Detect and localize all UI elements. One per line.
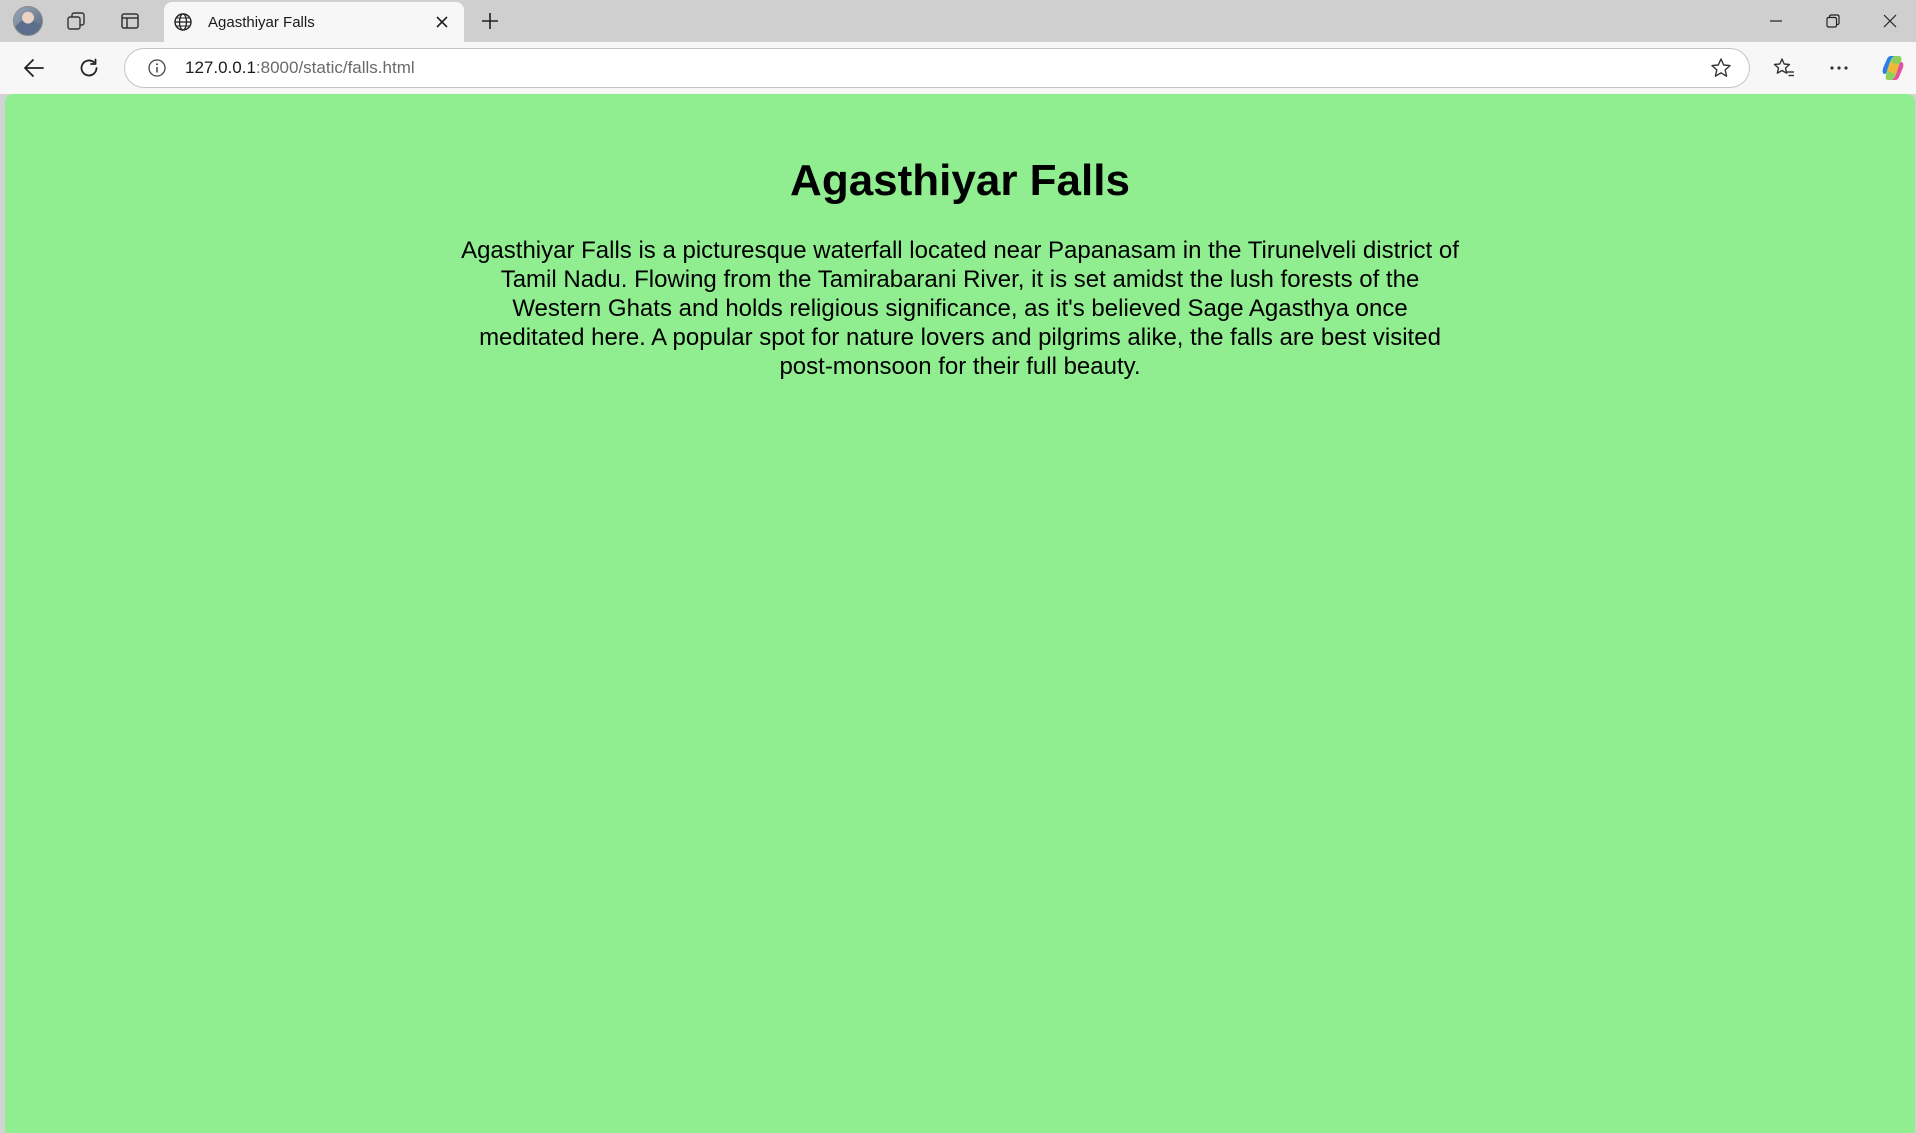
tab-close-button[interactable] [430, 10, 454, 34]
star-icon [1711, 58, 1731, 77]
browser-toolbar: 127.0.0.1:8000/static/falls.html [0, 42, 1916, 94]
window-close-button[interactable] [1862, 0, 1916, 42]
page-title: Agasthiyar Falls [790, 156, 1130, 205]
browser-window: Agasthiyar Falls 127.0.0.1:8000/static/f… [0, 0, 1916, 1133]
back-button[interactable] [16, 50, 52, 86]
tab-strip: Agasthiyar Falls [0, 0, 1916, 42]
vertical-tabs-button[interactable] [114, 5, 146, 37]
site-info-button[interactable] [143, 54, 171, 82]
tab-agasthiyar-falls[interactable]: Agasthiyar Falls [164, 2, 464, 42]
copilot-button[interactable] [1875, 50, 1911, 86]
favorites-button[interactable] [1766, 50, 1802, 86]
close-icon [1883, 14, 1897, 28]
workspaces-icon [67, 12, 85, 30]
close-icon [436, 16, 448, 28]
back-arrow-icon [24, 59, 44, 77]
refresh-icon [80, 58, 98, 77]
new-tab-button[interactable] [474, 5, 506, 37]
more-button[interactable] [1821, 50, 1857, 86]
minimize-button[interactable] [1748, 0, 1804, 42]
globe-icon [172, 11, 194, 33]
info-icon [148, 59, 166, 77]
profile-button[interactable] [12, 5, 44, 37]
restore-icon [1826, 14, 1840, 28]
more-icon [1830, 66, 1848, 70]
url-path: :8000/static/falls.html [255, 58, 415, 77]
plus-icon [482, 13, 498, 29]
refresh-button[interactable] [71, 50, 107, 86]
url-host: 127.0.0.1 [185, 58, 256, 77]
page-description: Agasthiyar Falls is a picturesque waterf… [461, 237, 1459, 380]
profile-avatar [13, 6, 43, 36]
copilot-icon [1882, 56, 1904, 80]
url-text[interactable]: 127.0.0.1:8000/static/falls.html [185, 58, 1705, 78]
tab-title: Agasthiyar Falls [208, 13, 315, 31]
page-viewport: Agasthiyar Falls Agasthiyar Falls is a p… [5, 94, 1915, 1133]
workspaces-button[interactable] [60, 5, 92, 37]
minimize-icon [1770, 20, 1782, 22]
address-bar[interactable]: 127.0.0.1:8000/static/falls.html [124, 48, 1750, 88]
add-favorite-button[interactable] [1705, 52, 1737, 84]
favorites-icon [1773, 58, 1794, 77]
restore-button[interactable] [1805, 0, 1861, 42]
vertical-tabs-icon [121, 13, 139, 29]
